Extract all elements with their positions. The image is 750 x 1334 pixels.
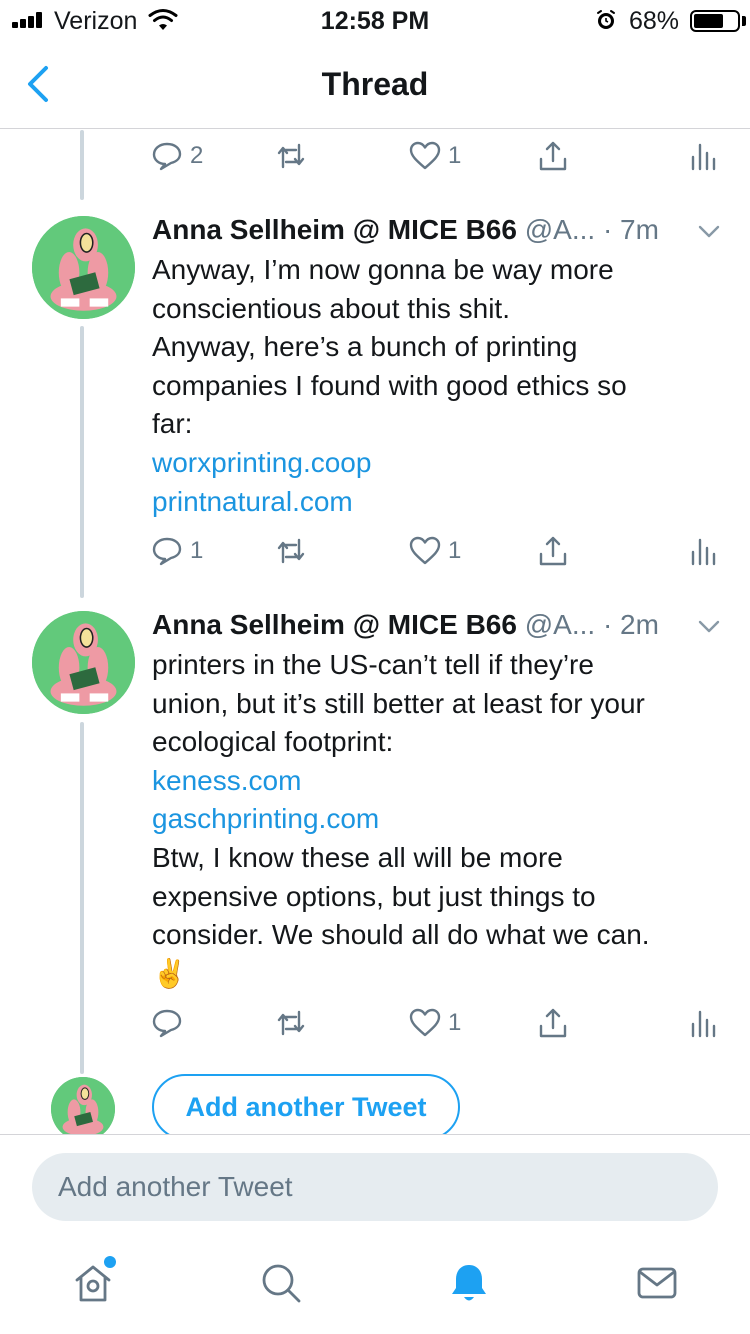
victory-hand-emoji: ✌️ [152,957,187,989]
tweet-header: Anna Sellheim @ MICE B66 @A... · 7m [152,214,722,250]
reply-count: 2 [190,142,204,169]
tweet-text-line: Btw, I know these all will be more [152,841,563,873]
analytics-button[interactable] [686,136,720,176]
analytics-button[interactable] [686,1003,720,1043]
handle: @A... [524,609,596,640]
tweet-link[interactable]: worxprinting.coop [152,444,722,483]
tab-bar [0,1240,750,1334]
like-count: 1 [448,1009,462,1036]
page-title: Thread [321,66,429,102]
heart-icon [409,536,441,565]
share-button[interactable] [536,1003,570,1043]
tweet-actions: 1 1 [150,531,720,571]
reply-button[interactable] [150,1003,190,1043]
avatar-illustration [51,1077,115,1141]
reply-icon [152,142,182,171]
tweet-text-line: consider. We should all do what we can. [152,919,650,951]
retweet-icon [277,143,305,169]
tab-search[interactable] [258,1260,304,1306]
tweet-text-line: expensive options, but just things to [152,880,596,912]
retweet-button[interactable] [274,531,308,571]
battery-percent: 68% [629,7,680,35]
retweet-button[interactable] [274,1003,308,1043]
share-button[interactable] [536,136,570,176]
timestamp: · 7m [602,214,659,245]
analytics-button[interactable] [686,531,720,571]
tweet-actions: 2 1 [150,136,720,176]
analytics-icon [691,538,716,566]
like-button[interactable]: 1 [408,531,461,571]
chevron-down-icon[interactable] [696,218,722,244]
tweet-text-line: far: [152,408,193,440]
share-button[interactable] [536,531,570,571]
avatar-illustration [32,216,135,319]
like-count: 1 [448,142,462,169]
tweet-body: printers in the US-can’t tell if they’re… [152,646,722,993]
avatar-illustration [32,611,135,714]
tweet-actions: 1 [150,1003,720,1043]
timestamp: · 2m [602,609,659,640]
tweet-link[interactable]: keness.com [152,762,722,801]
like-button[interactable]: 1 [408,136,461,176]
like-count: 1 [448,537,462,564]
tweet-link[interactable]: printnatural.com [152,483,722,522]
handle: @A... [524,214,596,245]
tweet-link[interactable]: gaschprinting.com [152,800,722,839]
reply-button[interactable]: 2 [150,136,203,176]
tweet-text-line: Anyway, here’s a bunch of printing [152,331,578,363]
thread-line [80,326,84,598]
share-icon [539,1008,567,1038]
tweet-text-line: Anyway, I’m now gonna be way more [152,254,614,285]
share-icon [539,536,567,566]
share-icon [539,141,567,171]
retweet-icon [277,538,305,564]
heart-icon [409,141,441,170]
tab-notifications[interactable] [446,1260,492,1306]
avatar[interactable] [32,216,135,319]
heart-icon [409,1008,441,1037]
chevron-down-icon[interactable] [696,613,722,639]
nav-bar: Thread [0,40,750,129]
compose-input[interactable]: Add another Tweet [32,1153,718,1221]
analytics-icon [691,1010,716,1038]
tweet-text-line: companies I found with good ethics so [152,369,627,401]
messages-icon [637,1267,677,1299]
battery-icon [690,10,740,32]
thread-line [80,722,84,1074]
tweet-text-line: printers in the US-can’t tell if they’re [152,649,594,680]
new-content-dot [104,1256,116,1268]
tweet-text-line: ecological footprint: [152,726,394,758]
battery-cap [742,16,746,26]
retweet-button[interactable] [274,136,308,176]
reply-icon [152,537,182,566]
add-another-tweet-button[interactable]: Add another Tweet [152,1074,460,1140]
reply-button[interactable]: 1 [150,531,203,571]
tab-messages[interactable] [634,1260,680,1306]
search-icon [262,1264,301,1303]
avatar[interactable] [32,611,135,714]
notifications-icon [452,1265,486,1301]
tweet-header: Anna Sellheim @ MICE B66 @A... · 2m [152,609,722,645]
retweet-icon [277,1010,305,1036]
display-name[interactable]: Anna Sellheim @ MICE B66 [152,609,517,640]
reply-icon [152,1009,182,1038]
thread-line [80,130,84,200]
tweet-text-line: conscientious about this shit. [152,292,510,324]
tweet-body: Anyway, I’m now gonna be way more consci… [152,251,722,521]
display-name[interactable]: Anna Sellheim @ MICE B66 [152,214,517,245]
avatar [51,1077,115,1141]
like-button[interactable]: 1 [408,1003,461,1043]
reply-count: 1 [190,537,204,564]
tweet-text-line: union, but it’s still better at least fo… [152,687,645,719]
status-bar: Verizon 12:58 PM 68% [0,0,750,40]
alarm-icon [597,10,615,29]
analytics-icon [691,143,716,171]
